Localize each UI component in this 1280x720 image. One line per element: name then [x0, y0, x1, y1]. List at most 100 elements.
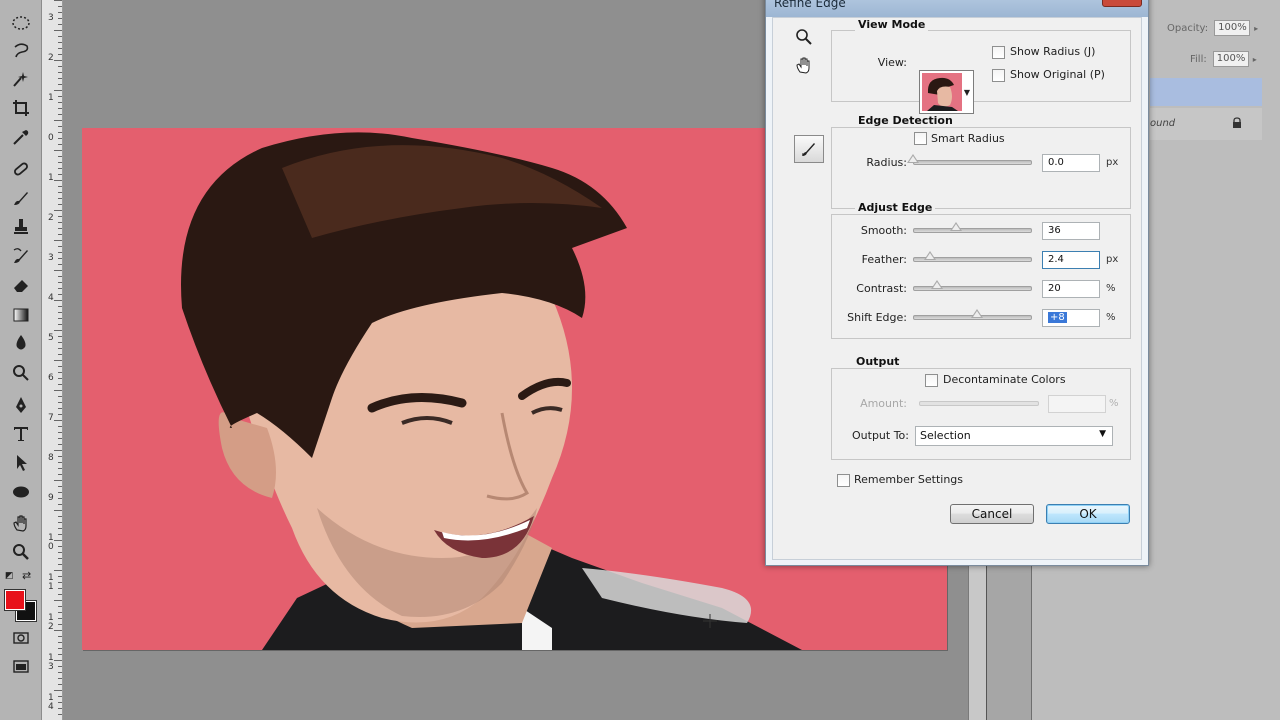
- ruler-tick: [58, 576, 62, 577]
- crop-icon[interactable]: [6, 95, 36, 121]
- history-brush-icon[interactable]: [6, 243, 36, 269]
- refine-brush-icon: [802, 143, 815, 156]
- quick-mask-icon[interactable]: [6, 625, 36, 651]
- refine-radius-tool[interactable]: [794, 135, 824, 163]
- ruler-tick: [58, 546, 62, 547]
- ruler-tick: [58, 486, 62, 487]
- layer-row-selected[interactable]: [1150, 78, 1262, 106]
- shift-edge-field[interactable]: +8: [1042, 309, 1100, 327]
- smooth-slider-thumb[interactable]: [949, 222, 962, 231]
- contrast-slider-thumb[interactable]: [930, 280, 943, 289]
- zoom-icon[interactable]: [6, 539, 36, 565]
- contrast-unit: %: [1106, 283, 1116, 294]
- ruler-tick: [58, 426, 62, 427]
- radius-slider-thumb[interactable]: [907, 154, 919, 163]
- ruler-tick: [58, 444, 62, 445]
- opacity-arrow-icon[interactable]: ▸: [1254, 24, 1258, 33]
- feather-slider-thumb[interactable]: [923, 251, 936, 260]
- eyedropper-icon[interactable]: [6, 124, 36, 150]
- ruler-tick: [58, 522, 62, 523]
- ruler-tick: [58, 396, 62, 397]
- opacity-label: Opacity:: [1167, 22, 1209, 34]
- shift-edge-slider-thumb[interactable]: [971, 309, 984, 318]
- quick-select-icon[interactable]: [6, 66, 36, 92]
- fill-arrow-icon[interactable]: ▸: [1253, 55, 1257, 64]
- adjust-edge-title: Adjust Edge: [855, 201, 936, 214]
- ruler-tick: [58, 588, 62, 589]
- ruler-tick: [58, 252, 62, 253]
- smooth-field[interactable]: 36: [1042, 222, 1100, 240]
- chevron-down-icon[interactable]: ▼: [964, 88, 970, 97]
- ruler-tick: [54, 540, 62, 541]
- ruler-tick: [58, 492, 62, 493]
- remember-settings-checkbox[interactable]: [837, 474, 850, 487]
- gradient-icon[interactable]: [6, 302, 36, 328]
- ruler-tick: [58, 276, 62, 277]
- blur-icon[interactable]: [6, 330, 36, 356]
- cancel-button[interactable]: Cancel: [950, 504, 1034, 524]
- ellipse-shape-icon[interactable]: [6, 479, 36, 505]
- feather-label: Feather:: [861, 253, 907, 266]
- fill-field[interactable]: 100%: [1212, 51, 1249, 67]
- smart-radius-checkbox[interactable]: [914, 132, 927, 145]
- foreground-color-swatch[interactable]: [4, 589, 26, 611]
- default-colors-icon[interactable]: ◩: [5, 571, 15, 581]
- tools-panel: ◩ ⇄: [0, 0, 42, 720]
- ruler-tick: [58, 48, 62, 49]
- ruler-tick: [58, 402, 62, 403]
- hand-icon[interactable]: [6, 510, 36, 536]
- swap-colors-icon[interactable]: ⇄: [22, 569, 31, 582]
- remember-settings-label: Remember Settings: [854, 473, 964, 486]
- view-mode-picker[interactable]: ▼: [919, 70, 974, 114]
- show-original-checkbox[interactable]: [992, 69, 1005, 82]
- marquee-icon[interactable]: [6, 10, 36, 36]
- ruler-tick: [54, 30, 62, 31]
- ruler-tick: [54, 420, 62, 421]
- ruler-tick: [58, 114, 62, 115]
- healing-brush-icon[interactable]: [6, 156, 36, 182]
- contrast-field[interactable]: 20: [1042, 280, 1100, 298]
- radius-unit: px: [1106, 157, 1119, 168]
- ruler-tick: [58, 462, 62, 463]
- clone-stamp-icon[interactable]: [6, 214, 36, 240]
- view-label: View:: [877, 56, 907, 69]
- opacity-field[interactable]: 100%: [1214, 20, 1251, 36]
- lock-icon: [1231, 117, 1243, 129]
- ruler-tick: [54, 600, 62, 601]
- zoom-icon[interactable]: [792, 25, 816, 49]
- type-icon[interactable]: [6, 421, 36, 447]
- eraser-icon[interactable]: [6, 272, 36, 298]
- ruler-tick: [58, 606, 62, 607]
- radius-slider-track[interactable]: [913, 160, 1032, 165]
- ruler-tick: [54, 150, 62, 151]
- ruler-tick: [58, 582, 62, 583]
- path-select-icon[interactable]: [6, 450, 36, 476]
- decontaminate-checkbox[interactable]: [925, 374, 938, 387]
- ruler-tick: [58, 702, 62, 703]
- smooth-slider-track[interactable]: [913, 228, 1032, 233]
- contrast-label: Contrast:: [856, 282, 907, 295]
- show-original-label: Show Original (P): [1010, 68, 1105, 81]
- lasso-icon[interactable]: [6, 38, 36, 64]
- pen-icon[interactable]: [6, 392, 36, 418]
- brush-icon[interactable]: [6, 185, 36, 211]
- show-radius-label: Show Radius (J): [1010, 45, 1096, 58]
- dialog-titlebar[interactable]: Refine Edge: [766, 0, 1148, 17]
- feather-unit: px: [1106, 254, 1119, 265]
- show-radius-checkbox[interactable]: [992, 46, 1005, 59]
- ruler-tick: [58, 264, 62, 265]
- dodge-icon[interactable]: [6, 360, 36, 386]
- radius-field[interactable]: 0.0: [1042, 154, 1100, 172]
- ok-button[interactable]: OK: [1046, 504, 1130, 524]
- feather-field[interactable]: 2.4: [1042, 251, 1100, 269]
- output-to-select[interactable]: Selection ▼: [915, 426, 1113, 446]
- ruler-tick: [58, 654, 62, 655]
- hand-icon[interactable]: [792, 53, 816, 77]
- close-button[interactable]: [1102, 0, 1142, 7]
- ruler-tick: [58, 78, 62, 79]
- screen-mode-icon[interactable]: [6, 654, 36, 680]
- ruler-tick: [58, 132, 62, 133]
- ruler-tick: [58, 408, 62, 409]
- ruler-tick: [58, 108, 62, 109]
- ruler-tick: [58, 96, 62, 97]
